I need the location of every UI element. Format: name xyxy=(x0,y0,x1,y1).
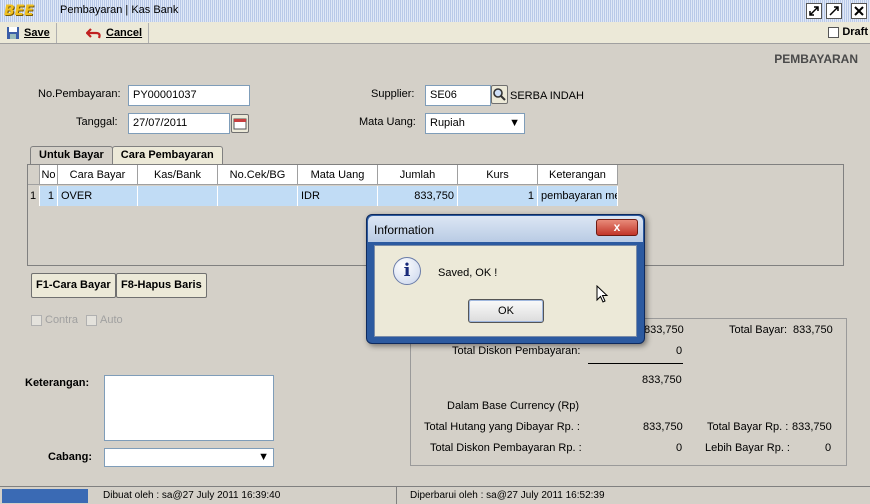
col-header[interactable]: Jumlah xyxy=(378,165,458,185)
dialog-message: Saved, OK ! xyxy=(438,267,498,279)
total-bayar-rp-value: 833,750 xyxy=(792,421,832,433)
supplier-name: SERBA INDAH xyxy=(510,90,584,102)
cell-no[interactable]: 1 xyxy=(40,186,58,206)
cancel-label: Cancel xyxy=(106,27,143,39)
total-hutang-label: Total Hutang yang Dibayar Rp. : xyxy=(424,421,580,433)
cell-kas-bank[interactable] xyxy=(138,186,218,206)
col-header[interactable]: Cara Bayar xyxy=(58,165,138,185)
tab-bar: Untuk Bayar Cara Pembayaran xyxy=(30,146,223,164)
ok-button[interactable]: OK xyxy=(468,299,544,323)
cabang-label: Cabang: xyxy=(48,451,92,463)
cara-bayar-button[interactable]: F1-Cara Bayar xyxy=(31,273,116,298)
chevron-down-icon: ▼ xyxy=(258,451,269,463)
status-indicator xyxy=(2,489,88,503)
window-titlebar: BEE Pembayaran | Kas Bank xyxy=(0,0,870,22)
col-header[interactable]: No.Cek/BG xyxy=(218,165,298,185)
auto-label: Auto xyxy=(100,314,123,326)
cell-jumlah[interactable]: 833,750 xyxy=(378,186,458,206)
draft-checkbox-box[interactable] xyxy=(828,26,840,38)
save-button[interactable]: Save xyxy=(2,23,57,43)
contra-label: Contra xyxy=(45,314,79,326)
maximize-icon[interactable] xyxy=(826,3,842,19)
total-diskon-label: Total Diskon Pembayaran: xyxy=(452,345,581,357)
col-header[interactable]: Keterangan xyxy=(538,165,618,185)
search-icon xyxy=(493,88,506,101)
cell-cara-bayar[interactable]: OVER xyxy=(58,186,138,206)
total-bayar-rp-label: Total Bayar Rp. : xyxy=(707,421,789,433)
cell-mata-uang[interactable]: IDR xyxy=(298,186,378,206)
status-bar: Dibuat oleh : sa@27 July 2011 16:39:40 D… xyxy=(0,486,870,504)
lebih-bayar-label: Lebih Bayar Rp. : xyxy=(705,442,790,454)
total-bayar-value: 833,750 xyxy=(793,324,833,336)
col-header[interactable]: Kas/Bank xyxy=(138,165,218,185)
total-bayar-label: Total Bayar: xyxy=(729,324,788,336)
total-diskon-rp-label: Total Diskon Pembayaran Rp. : xyxy=(430,442,582,454)
contra-checkbox-box[interactable] xyxy=(31,314,42,326)
information-dialog: Information x i Saved, OK ! OK xyxy=(366,214,645,344)
chevron-down-icon: ▼ xyxy=(509,117,520,129)
updated-by: Diperbarui oleh : sa@27 July 2011 16:52:… xyxy=(410,490,605,501)
total-diskon-rp-value: 0 xyxy=(676,442,683,454)
calendar-button[interactable] xyxy=(231,114,249,133)
cell-keterangan[interactable]: pembayaran me xyxy=(538,186,618,206)
tanggal-input[interactable]: 27/07/2011 xyxy=(128,113,230,134)
col-header[interactable]: Kurs xyxy=(458,165,538,185)
keterangan-textarea[interactable] xyxy=(104,375,274,441)
supplier-search-button[interactable] xyxy=(491,85,508,104)
undo-icon xyxy=(86,28,101,39)
calendar-icon xyxy=(233,118,247,130)
mata-uang-select[interactable]: Rupiah ▼ xyxy=(425,113,525,134)
hapus-baris-button[interactable]: F8-Hapus Baris xyxy=(116,273,207,298)
close-icon: x xyxy=(613,220,621,234)
row-number: 1 xyxy=(28,186,40,206)
draft-label: Draft xyxy=(842,26,868,38)
grid-header: No Cara Bayar Kas/Bank No.Cek/BG Mata Ua… xyxy=(28,165,618,185)
save-label: Save xyxy=(24,27,50,39)
cabang-select[interactable]: ▼ xyxy=(104,448,274,467)
col-header[interactable]: No xyxy=(40,165,58,185)
total-hutang-value: 833,750 xyxy=(643,421,683,433)
info-icon: i xyxy=(393,257,421,285)
cell-kurs[interactable]: 1 xyxy=(458,186,538,206)
draft-checkbox[interactable]: Draft xyxy=(828,26,868,38)
grid-corner xyxy=(28,165,40,185)
no-pembayaran-label: No.Pembayaran: xyxy=(38,88,121,100)
app-logo: BEE xyxy=(4,3,34,19)
mata-uang-label: Mata Uang: xyxy=(359,116,416,128)
contra-checkbox[interactable]: Contra xyxy=(31,314,78,326)
mouse-cursor-icon xyxy=(596,285,609,303)
tanggal-label: Tanggal: xyxy=(76,116,118,128)
created-by: Dibuat oleh : sa@27 July 2011 16:39:40 xyxy=(103,490,281,501)
table-row[interactable]: 1 1 OVER IDR 833,750 1 pembayaran me xyxy=(28,186,618,206)
tab-cara-pembayaran[interactable]: Cara Pembayaran xyxy=(111,146,223,164)
keterangan-label: Keterangan: xyxy=(25,377,90,389)
cell-no-cek[interactable] xyxy=(218,186,298,206)
col-header[interactable]: Mata Uang xyxy=(298,165,378,185)
status-divider xyxy=(396,487,397,504)
auto-checkbox-box[interactable] xyxy=(86,314,97,326)
subtotal-divider xyxy=(588,363,683,364)
lebih-bayar-value: 0 xyxy=(825,442,832,454)
supplier-label: Supplier: xyxy=(371,88,415,100)
close-icon[interactable] xyxy=(851,3,867,19)
no-pembayaran-input[interactable]: PY00001037 xyxy=(128,85,250,106)
page-title: PEMBAYARAN xyxy=(774,52,858,66)
auto-checkbox[interactable]: Auto xyxy=(86,314,123,326)
total-diskon-value: 0 xyxy=(676,345,683,357)
mata-uang-value: Rupiah xyxy=(430,117,465,129)
cancel-button[interactable]: Cancel xyxy=(82,23,150,43)
window-title: Pembayaran | Kas Bank xyxy=(60,4,179,16)
subtotal-value: 833,750 xyxy=(642,374,682,386)
summary-top-value: 833,750 xyxy=(644,324,684,336)
toolbar: Save Cancel Draft xyxy=(0,22,870,44)
base-currency-label: Dalam Base Currency (Rp) xyxy=(447,400,580,412)
restore-icon[interactable] xyxy=(806,3,822,19)
tab-untuk-bayar[interactable]: Untuk Bayar xyxy=(30,146,113,164)
dialog-close-button[interactable]: x xyxy=(596,219,638,236)
save-icon xyxy=(7,27,19,39)
supplier-code-input[interactable]: SE06 xyxy=(425,85,491,106)
dialog-title: Information xyxy=(374,223,435,237)
